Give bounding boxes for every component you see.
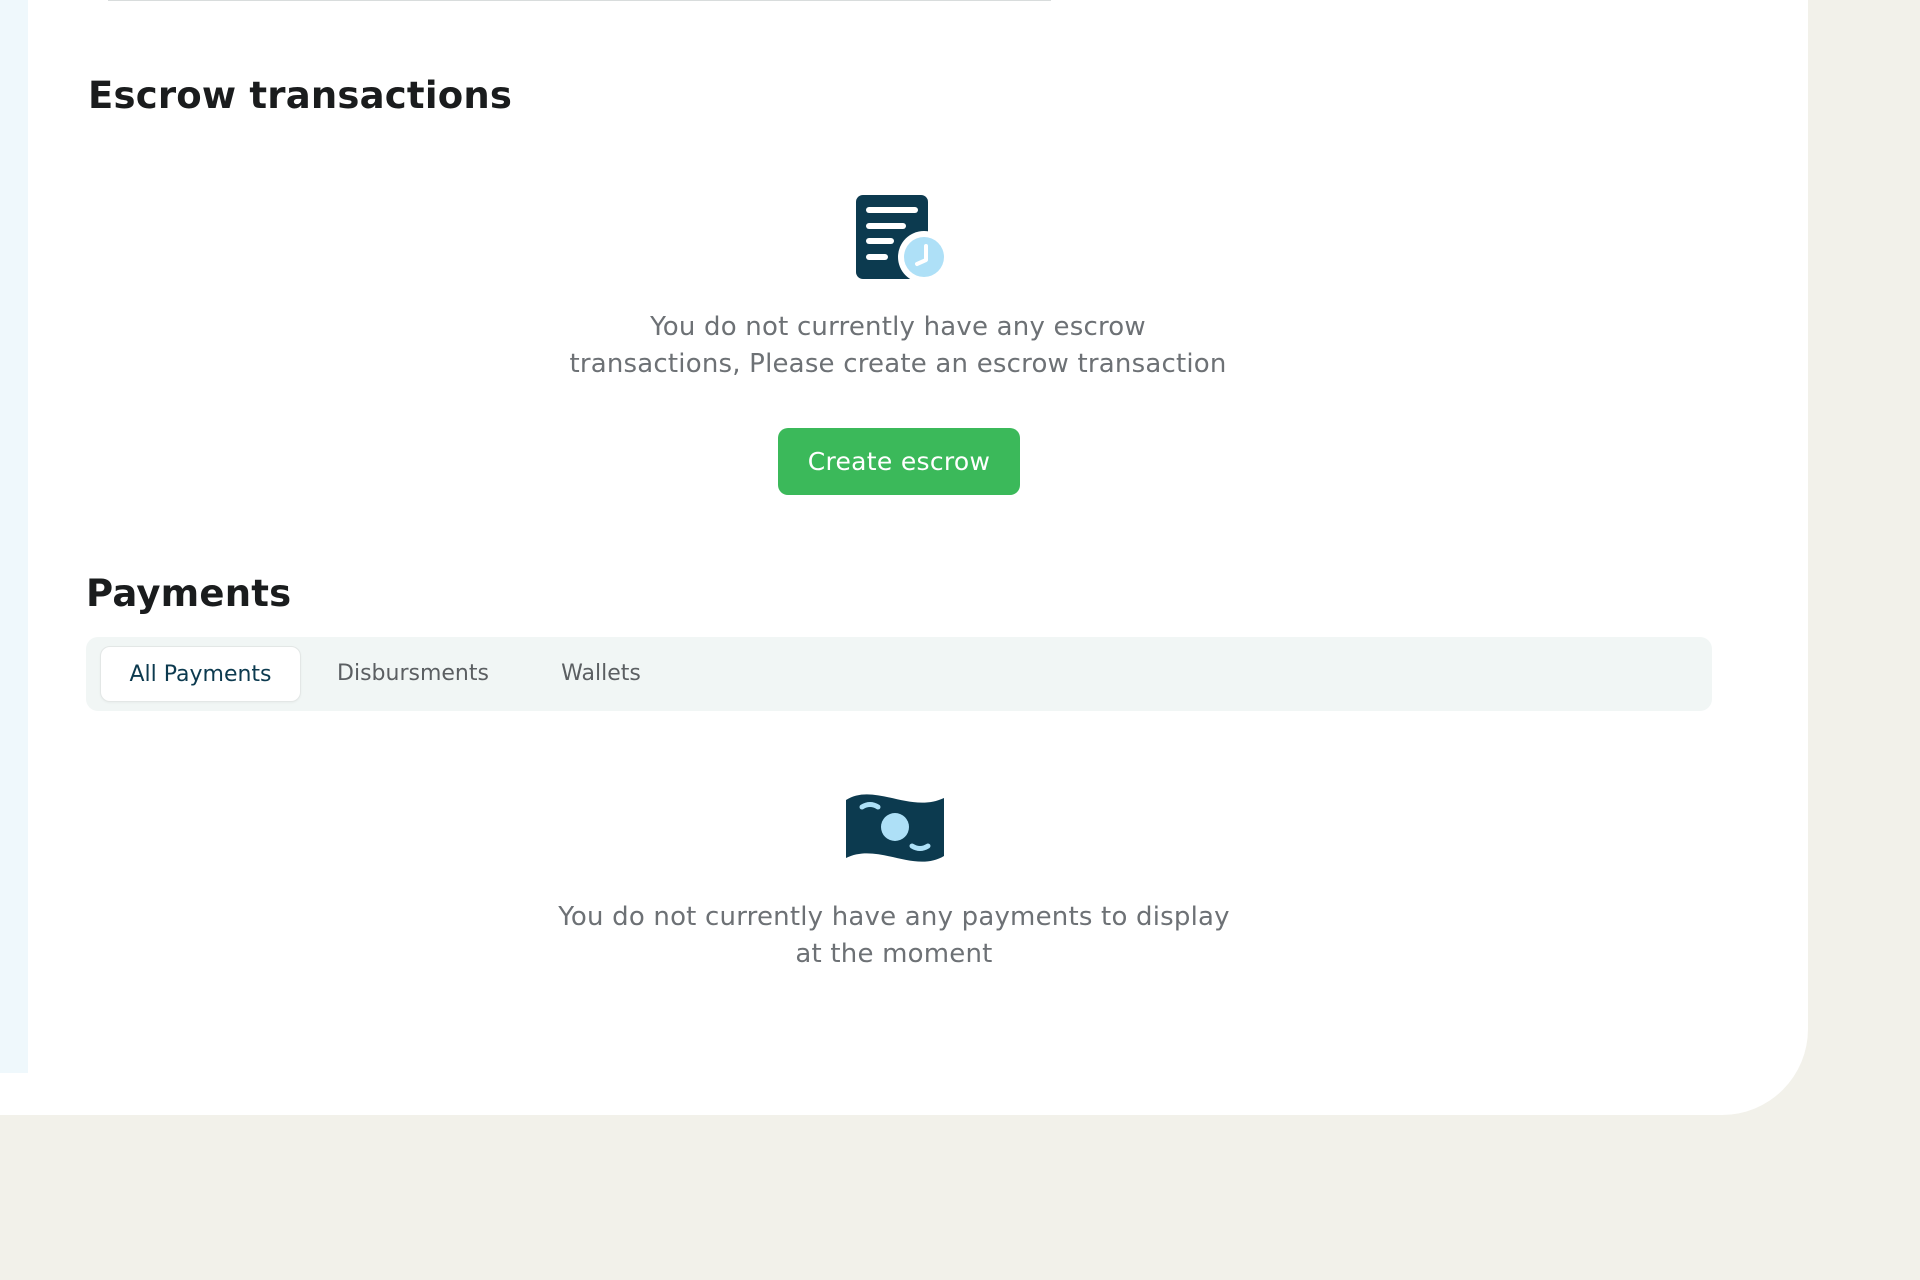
document-clock-icon — [856, 195, 947, 282]
create-escrow-button[interactable]: Create escrow — [778, 428, 1020, 495]
main-content-card: Escrow transactions You do not currently… — [0, 0, 1808, 1115]
sidebar-edge — [0, 0, 28, 1073]
tab-all-payments[interactable]: All Payments — [100, 646, 301, 702]
payments-tabs: All Payments Disbursments Wallets — [86, 637, 1712, 711]
escrow-section-title: Escrow transactions — [88, 74, 513, 117]
tab-wallets[interactable]: Wallets — [551, 646, 651, 702]
payments-empty-line-1: You do not currently have any payments t… — [558, 902, 1230, 932]
banknote-icon — [846, 794, 944, 862]
payments-section-title: Payments — [86, 572, 292, 615]
escrow-empty-message: You do not currently have any escrow tra… — [548, 309, 1248, 383]
escrow-empty-line-1: You do not currently have any escrow — [650, 312, 1146, 342]
payments-empty-line-2: at the moment — [795, 939, 993, 969]
escrow-empty-line-2: transactions, Please create an escrow tr… — [569, 349, 1227, 379]
tab-disbursments[interactable]: Disbursments — [323, 646, 503, 702]
payments-empty-message: You do not currently have any payments t… — [544, 899, 1244, 973]
divider — [108, 0, 1051, 1]
